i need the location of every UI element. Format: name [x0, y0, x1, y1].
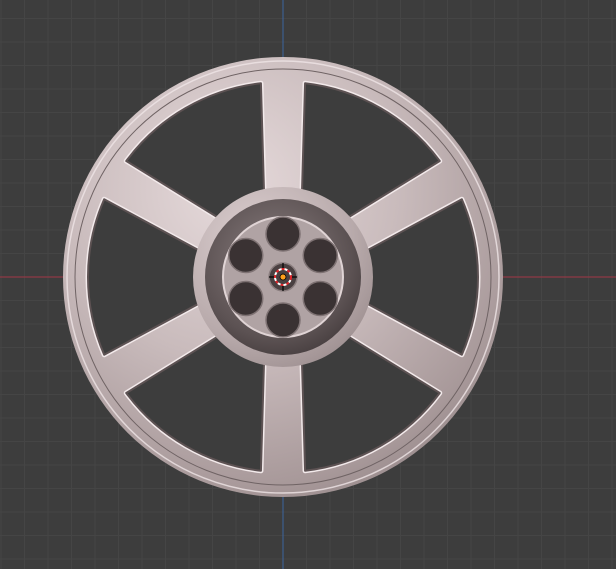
- lug-hole: [302, 280, 338, 317]
- lug-hole: [302, 237, 338, 274]
- lug-hole: [265, 216, 301, 252]
- lug-hole: [265, 302, 301, 338]
- lug-hole: [228, 237, 264, 274]
- lug-hole: [228, 280, 264, 317]
- 3d-viewport[interactable]: [0, 0, 616, 569]
- origin-dot[interactable]: [279, 273, 287, 281]
- viewport-canvas[interactable]: [0, 0, 616, 569]
